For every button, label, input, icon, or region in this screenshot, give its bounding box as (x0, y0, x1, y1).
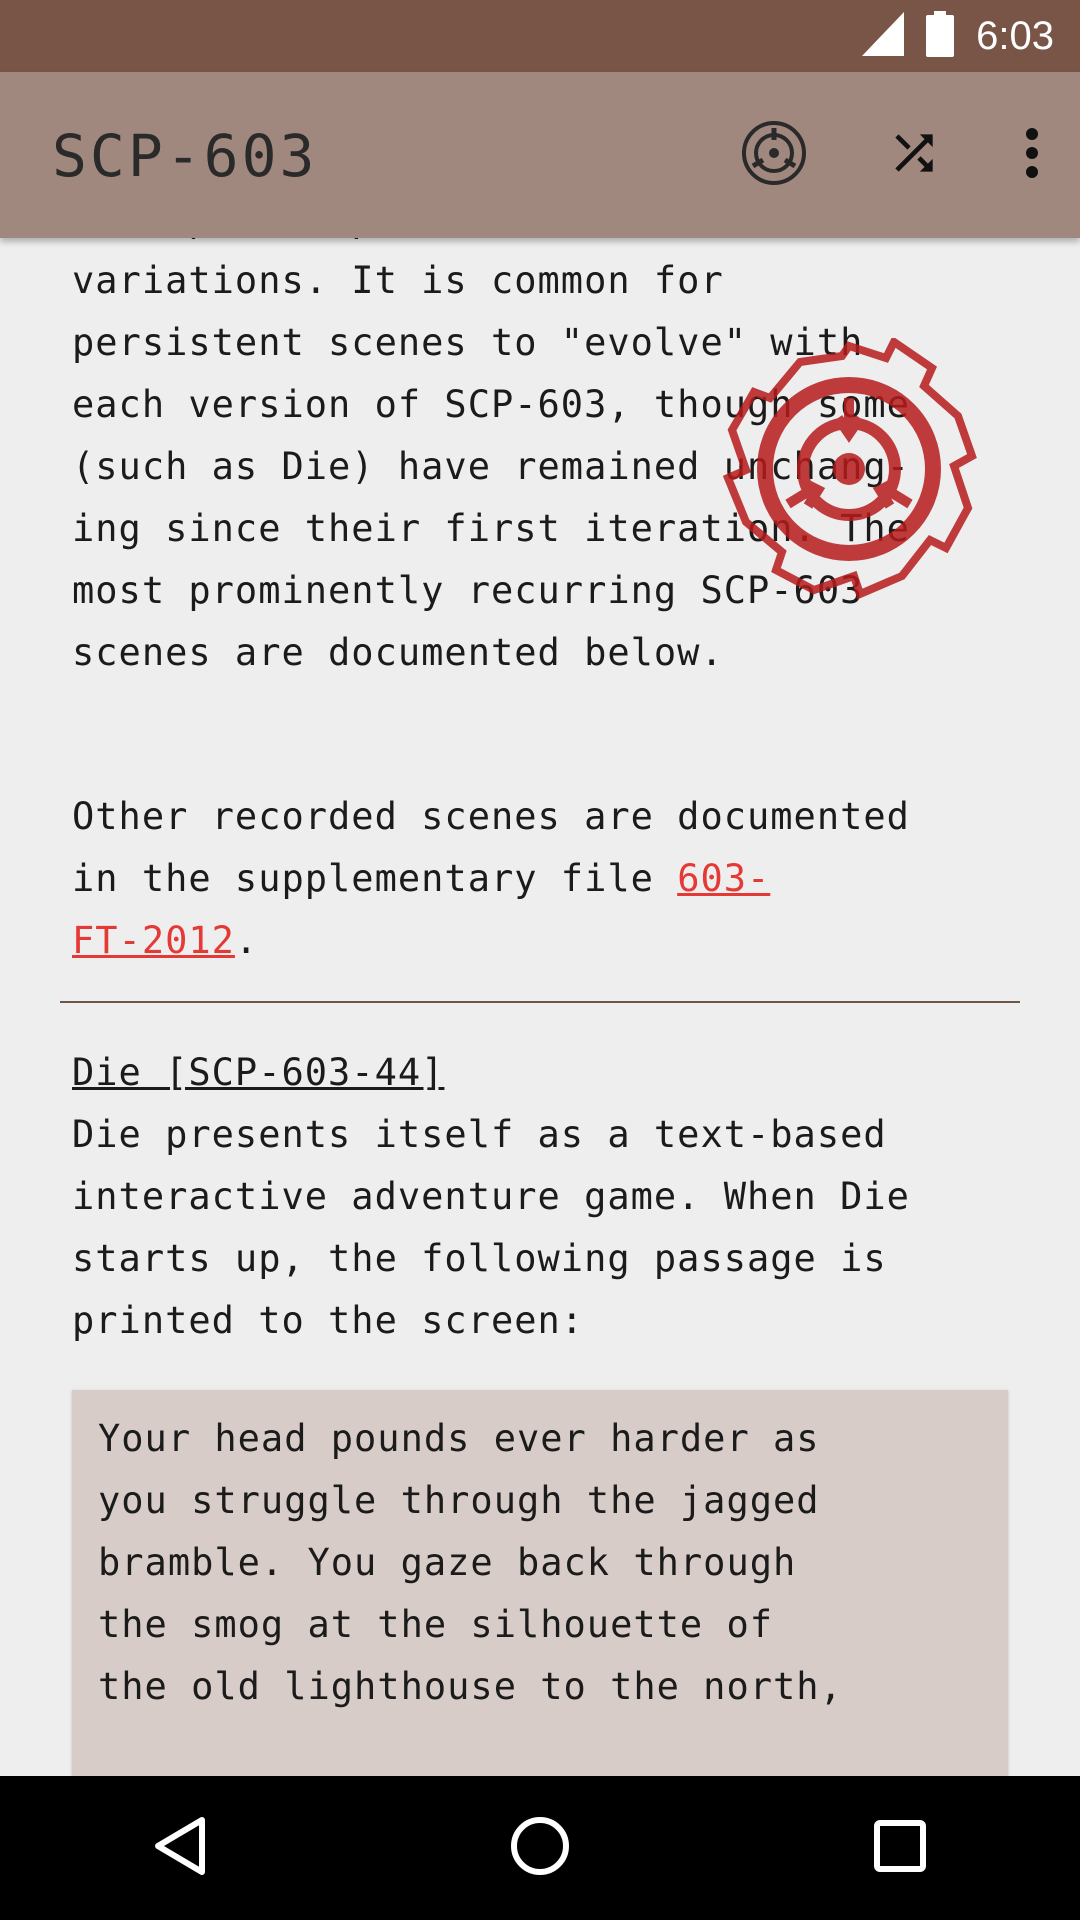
back-icon (150, 1814, 210, 1882)
scp-logo-button[interactable] (704, 72, 844, 238)
paragraph-text: Other recorded scenes are documented in … (72, 795, 910, 900)
signal-icon (862, 12, 905, 60)
status-bar: 6:03 (0, 0, 1080, 72)
paragraph-text: . (234, 919, 259, 962)
more-options-button[interactable] (984, 72, 1080, 238)
divider (60, 1001, 1020, 1003)
shuffle-button[interactable] (844, 72, 984, 238)
nav-back-button[interactable] (120, 1788, 240, 1908)
app-bar: SCP-603 (0, 72, 1080, 238)
article-paragraph-cut: multiple compilations, often with (72, 238, 1022, 250)
battery-icon (926, 11, 955, 61)
navigation-bar (0, 1776, 1080, 1920)
quote-block: Your head pounds ever harder as you stru… (72, 1390, 1008, 1776)
page-title: SCP-603 (52, 122, 318, 190)
section-heading: Die [SCP-603-44] (72, 1051, 445, 1094)
nav-home-button[interactable] (480, 1788, 600, 1908)
status-time: 6:03 (976, 13, 1054, 58)
scp-seal-stamp (718, 336, 980, 600)
article-paragraph-supplementary: Other recorded scenes are documented in … (72, 786, 1022, 972)
scp-logo-icon (739, 118, 809, 192)
nav-recents-button[interactable] (840, 1788, 960, 1908)
article-paragraph: Die presents itself as a text-based inte… (72, 1113, 910, 1342)
more-vert-icon (1025, 127, 1039, 183)
recents-icon (872, 1818, 928, 1878)
home-icon (508, 1814, 572, 1882)
quote-text: Your head pounds ever harder as you stru… (98, 1417, 843, 1708)
shuffle-icon (886, 125, 942, 185)
